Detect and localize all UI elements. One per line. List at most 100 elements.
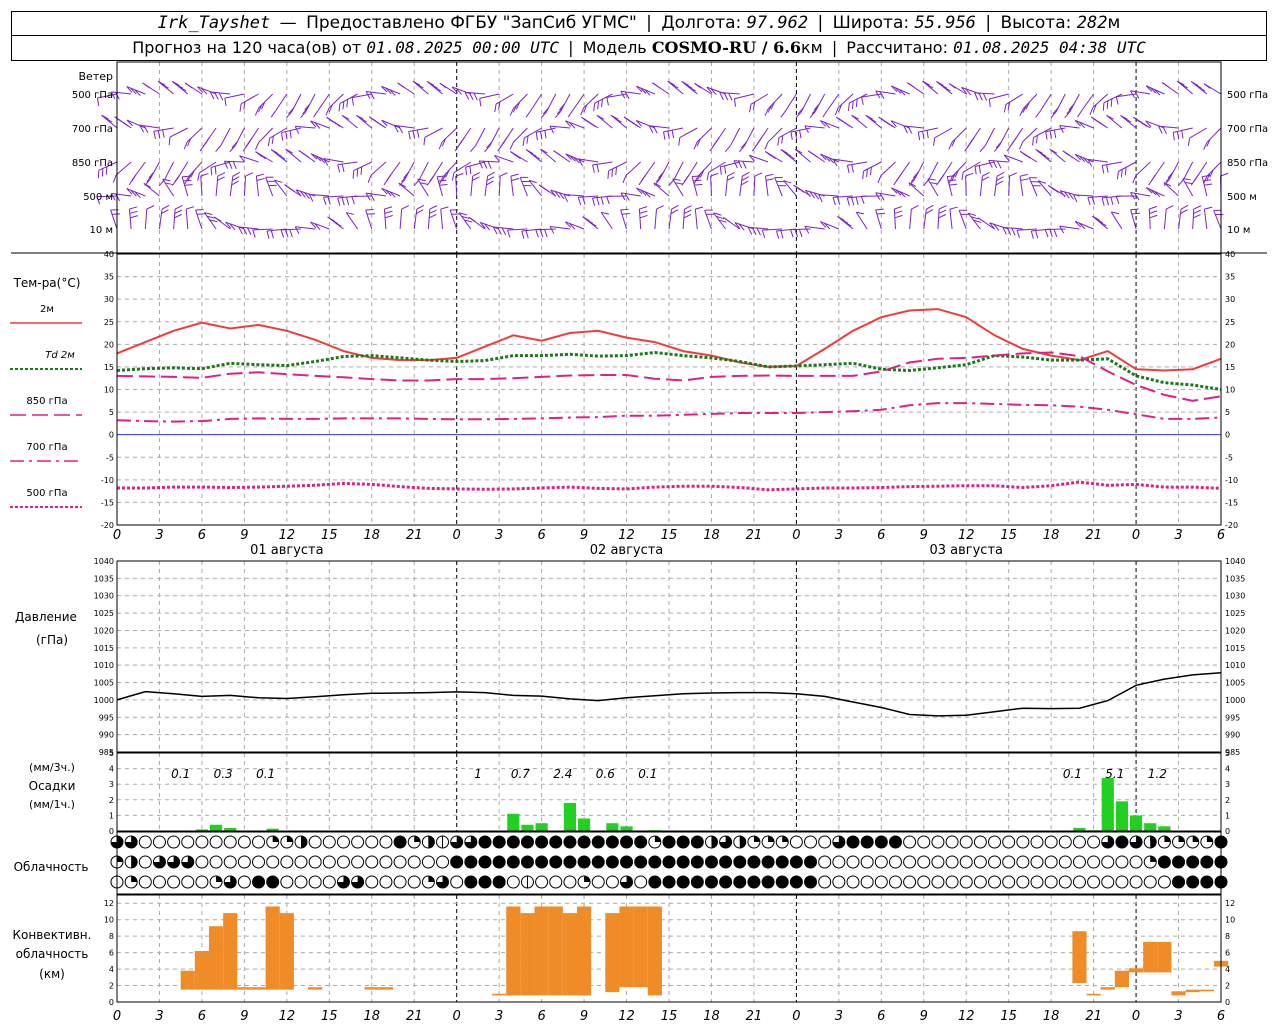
cloud-symbol [775, 835, 789, 849]
temperature-tick-left: -15 [101, 498, 114, 507]
hour-tick-label: 3 [155, 1009, 163, 1024]
wind-barb [525, 149, 542, 163]
wind-barb [417, 178, 429, 197]
wind-barb [937, 205, 947, 230]
cloud-symbol [195, 875, 209, 889]
wind-barb [168, 127, 188, 146]
cloud-symbol [1044, 875, 1058, 889]
wind-barb [509, 93, 528, 116]
cloud-symbol [1115, 875, 1129, 889]
wind-barb [693, 127, 712, 150]
cloud-symbol [1172, 875, 1186, 889]
cloud-symbol [1186, 875, 1200, 889]
wind-barb [764, 127, 783, 150]
wind-barb [738, 127, 755, 153]
wind-barb [591, 195, 613, 206]
wind-barb [1077, 93, 1095, 118]
wind-barb [128, 206, 139, 230]
wind-barb [1101, 195, 1122, 206]
wind-barb [967, 212, 982, 230]
wind-barb [893, 206, 903, 230]
wind-barb [691, 175, 703, 197]
hour-tick-label: 3 [835, 528, 843, 543]
wind-barb [509, 127, 528, 150]
wind-barb [862, 161, 882, 180]
convective-bar [562, 913, 577, 996]
wind-level-right: 500 м [1227, 192, 1257, 203]
cloud-symbol [209, 855, 223, 869]
cloud-symbol [365, 835, 379, 849]
hour-tick-label: 0 [1132, 1009, 1140, 1024]
cloud-symbol [846, 875, 860, 889]
wind-barb [1178, 204, 1189, 230]
cloud-symbol [1087, 875, 1101, 889]
hour-tick-label: 6 [198, 528, 206, 543]
cloud-symbol [124, 855, 138, 869]
wind-barb [204, 212, 218, 230]
wind-barb [300, 93, 316, 119]
convective-bar [633, 906, 648, 988]
cloud-symbol [1115, 855, 1129, 869]
cloud-symbol [266, 855, 280, 869]
cloud-symbol [789, 835, 803, 849]
cloud-symbol [436, 835, 450, 849]
cloud-symbol [1129, 855, 1143, 869]
temperature-axis-label: Тем-ра(°C) [13, 276, 81, 290]
temperature-tick-right: 10 [1225, 386, 1235, 395]
cloud-symbol [464, 875, 478, 889]
wind-barb [764, 150, 783, 163]
precip-3h-label: 0.1 [1063, 767, 1082, 781]
cloud-symbol [506, 875, 520, 889]
wind-barb [733, 160, 754, 169]
cloud-symbol [492, 855, 506, 869]
wind-barb [776, 228, 797, 239]
cloud-symbol [549, 835, 563, 849]
hour-tick-label: 12 [958, 1009, 975, 1024]
precip-unit-3h: (мм/3ч.) [29, 761, 75, 774]
wind-barb [909, 205, 919, 230]
cloud-symbol [520, 875, 534, 889]
convective-bar [1185, 989, 1200, 993]
wind-barb [1074, 153, 1094, 164]
temperature-panel: Тем-ра(°C) 2м Td 2м 850 гПа 700 гПа 500 гПа [10, 276, 1222, 508]
wind-barb [1163, 182, 1179, 197]
wind-barb [413, 204, 425, 230]
cloud-symbol [945, 835, 959, 849]
convective-tick-left: 6 [109, 949, 114, 958]
wind-barb [144, 205, 155, 230]
wind-barb [672, 178, 684, 197]
cloud-symbol [973, 855, 987, 869]
wind-barb [580, 93, 599, 116]
wind-barb [620, 90, 641, 100]
wind-barb [851, 114, 868, 129]
wind-barb [1019, 173, 1029, 197]
cloud-symbol [181, 875, 195, 889]
convective-tick-right: 6 [1225, 949, 1230, 958]
wind-barb [979, 172, 990, 197]
wind-barb [979, 127, 995, 153]
wind-barb [144, 161, 160, 186]
wind-barb [1003, 93, 1024, 113]
cloud-symbol [1072, 855, 1086, 869]
cloud-symbol [832, 855, 846, 869]
wind-barb [286, 93, 302, 119]
pressure-tick-right: 1025 [1225, 609, 1245, 618]
cloud-symbol [1157, 835, 1171, 849]
cloud-symbol [549, 855, 563, 869]
cloud-symbol [1002, 835, 1016, 849]
wind-barb [654, 205, 664, 230]
wind-barb [607, 161, 627, 179]
cloud-symbol [648, 875, 662, 889]
wind-barb [345, 212, 359, 230]
precip-bar [1158, 826, 1171, 831]
precip-bar [563, 802, 576, 831]
cloud-symbol [252, 835, 266, 849]
wind-barb [667, 80, 684, 95]
cloud-symbol [365, 855, 379, 869]
cloud-symbol [464, 855, 478, 869]
cloud-symbol [747, 875, 761, 889]
wind-level-left: 500 гПа [72, 90, 113, 101]
wind-barb [173, 205, 183, 230]
wind-barb [927, 178, 939, 197]
cloud-symbol [266, 835, 280, 849]
